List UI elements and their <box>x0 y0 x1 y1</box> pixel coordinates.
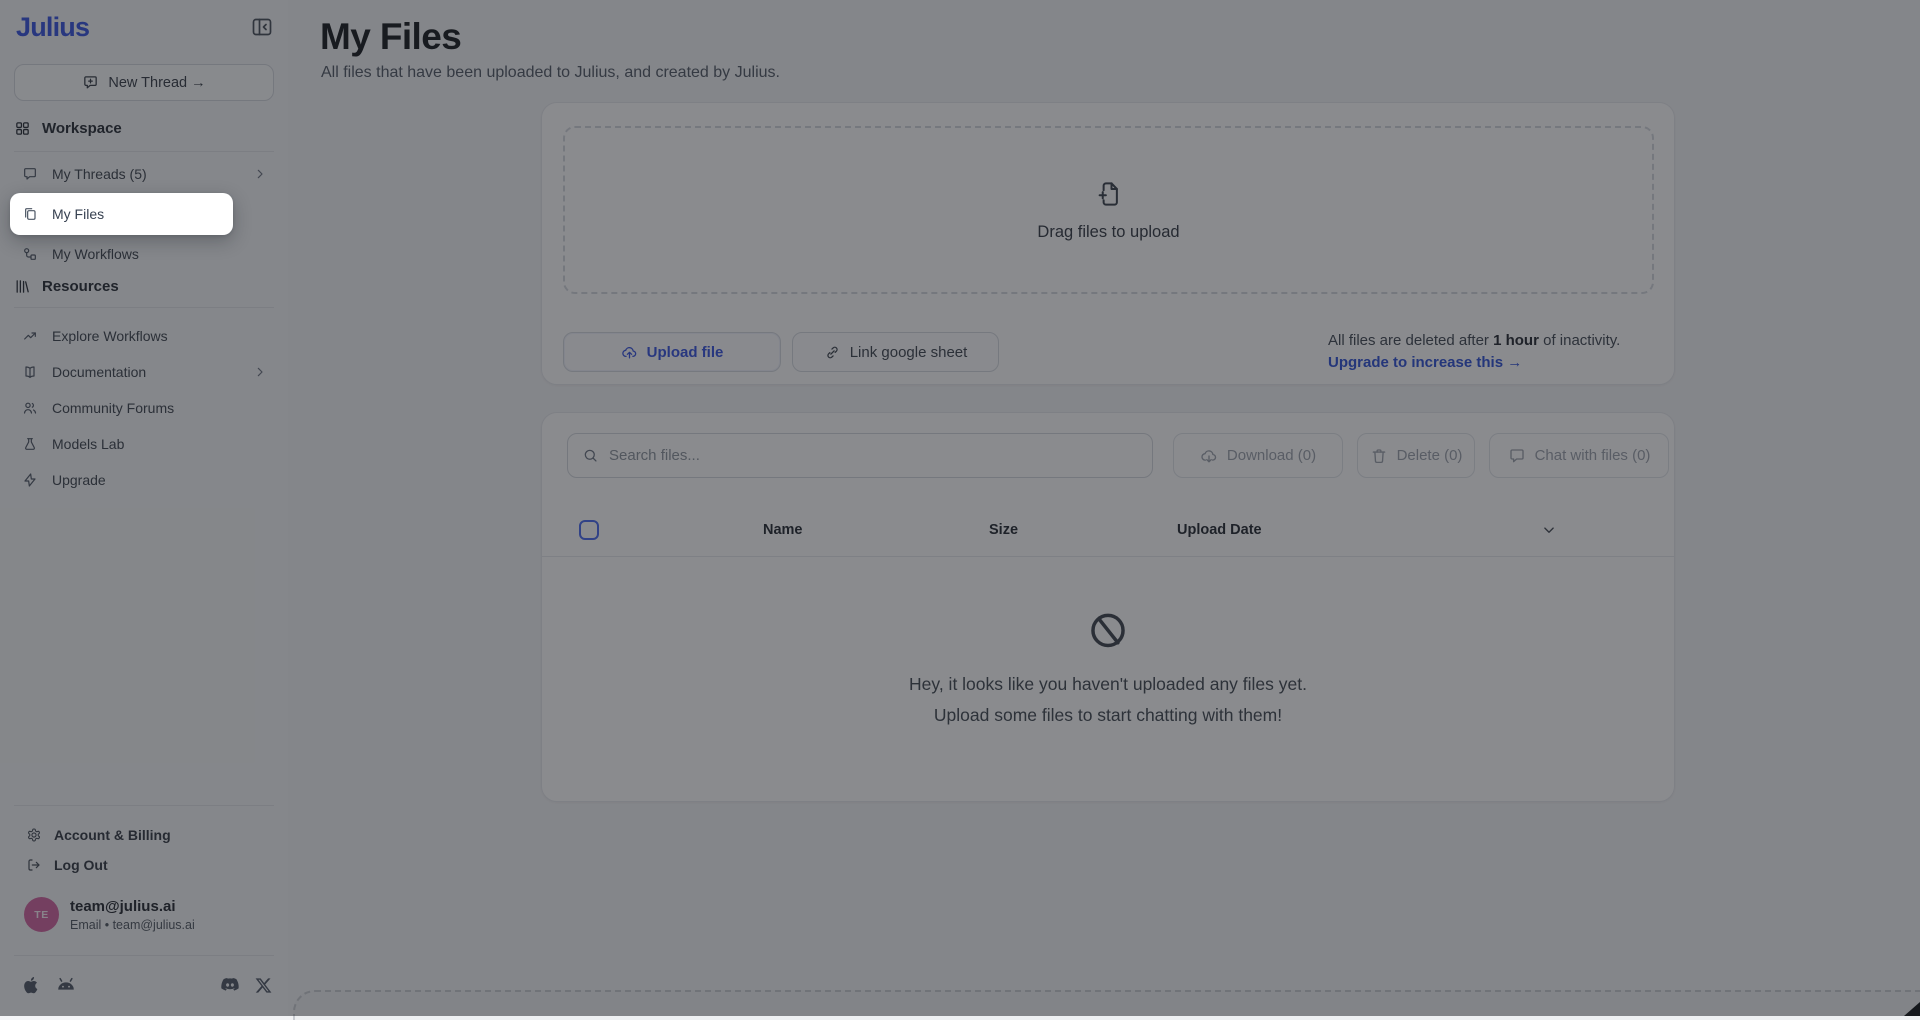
sidebar-item-upgrade[interactable]: Upgrade <box>14 462 274 498</box>
files-icon <box>22 206 38 222</box>
divider <box>14 307 274 308</box>
social-links-row <box>20 974 273 996</box>
divider <box>14 955 274 956</box>
sidebar-item-my-workflows[interactable]: My Workflows <box>14 235 274 273</box>
page-title: My Files <box>320 16 461 58</box>
chevron-right-icon <box>252 166 268 182</box>
grid-icon <box>14 120 31 137</box>
column-header-name: Name <box>763 506 803 554</box>
chat-with-files-button[interactable]: Chat with files (0) <box>1489 433 1669 478</box>
divider <box>542 556 1674 557</box>
retention-notice: All files are deleted after 1 hour of in… <box>1328 330 1648 374</box>
link-icon <box>824 344 841 361</box>
sidebar-item-my-files[interactable]: My Files <box>10 193 233 235</box>
cloud-upload-icon <box>621 344 638 361</box>
sidebar-item-documentation[interactable]: Documentation <box>14 354 274 390</box>
column-header-upload-date: Upload Date <box>1177 506 1262 554</box>
search-input[interactable] <box>609 447 1138 464</box>
chat-bubble-icon <box>1508 447 1526 465</box>
zap-icon <box>22 472 38 488</box>
upload-card: Drag files to upload Upload file Link go… <box>541 102 1675 385</box>
avatar: TE <box>24 897 59 932</box>
page-subtitle: All files that have been uploaded to Jul… <box>321 64 780 82</box>
book-open-icon <box>22 364 38 380</box>
trending-up-icon <box>22 328 38 344</box>
users-icon <box>22 400 38 416</box>
user-auth-detail: Email • team@julius.ai <box>70 918 195 932</box>
files-card: Download (0) Delete (0) Chat with files … <box>541 412 1675 802</box>
sidebar-item-my-threads[interactable]: My Threads (5) <box>14 155 274 193</box>
delete-button[interactable]: Delete (0) <box>1357 433 1475 478</box>
log-out-icon <box>26 857 42 873</box>
apple-icon[interactable] <box>20 974 42 996</box>
workflow-icon <box>22 246 38 262</box>
new-thread-label: New Thread → <box>108 75 205 91</box>
julius-logo: Julius <box>16 12 89 43</box>
divider <box>14 151 274 152</box>
user-account-row[interactable]: TE team@julius.ai Email • team@julius.ai <box>24 897 195 932</box>
message-plus-icon <box>82 74 99 91</box>
cursor-wedge <box>1904 1002 1920 1016</box>
link-google-sheet-button[interactable]: Link google sheet <box>792 332 999 372</box>
sidebar-item-community-forums[interactable]: Community Forums <box>14 390 274 426</box>
dropzone-label: Drag files to upload <box>1037 223 1179 242</box>
discord-icon[interactable] <box>219 974 241 996</box>
collapse-sidebar-button[interactable] <box>250 14 276 40</box>
chevron-right-icon <box>252 364 268 380</box>
workspace-nav: My Threads (5) My Files My Workflows <box>14 155 274 273</box>
android-icon[interactable] <box>55 974 77 996</box>
flask-icon <box>22 436 38 452</box>
search-files-field <box>567 433 1153 478</box>
gear-icon <box>26 827 42 843</box>
ban-icon <box>1086 609 1130 653</box>
sidebar: Julius New Thread → Workspace My Threads… <box>0 0 288 1016</box>
column-header-size: Size <box>989 506 1018 554</box>
cloud-download-icon <box>1200 447 1218 465</box>
resources-section-header: Resources <box>14 278 274 295</box>
search-icon <box>582 447 599 464</box>
new-thread-button[interactable]: New Thread → <box>14 64 274 101</box>
panel-left-close-icon <box>250 15 274 39</box>
sidebar-item-models-lab[interactable]: Models Lab <box>14 426 274 462</box>
resources-nav: Explore Workflows Documentation Communit… <box>14 318 274 498</box>
empty-state: Hey, it looks like you haven't uploaded … <box>542 609 1674 731</box>
file-plus-icon <box>1094 179 1124 209</box>
user-email: team@julius.ai <box>70 898 195 915</box>
upgrade-link[interactable]: Upgrade to increase this → <box>1328 352 1648 374</box>
x-icon[interactable] <box>254 976 273 995</box>
select-all-checkbox[interactable] <box>579 520 599 540</box>
trash-icon <box>1370 447 1388 465</box>
empty-state-line1: Hey, it looks like you haven't uploaded … <box>909 669 1307 700</box>
table-header-row: Name Size Upload Date <box>542 506 1674 554</box>
chevron-down-icon[interactable] <box>1540 521 1558 539</box>
workspace-section-header: Workspace <box>14 120 274 137</box>
empty-state-line2: Upload some files to start chatting with… <box>909 700 1307 731</box>
log-out-button[interactable]: Log Out <box>14 850 274 880</box>
library-icon <box>14 278 31 295</box>
chat-bubble-icon <box>22 166 38 182</box>
file-dropzone[interactable]: Drag files to upload <box>563 126 1654 294</box>
sidebar-item-explore-workflows[interactable]: Explore Workflows <box>14 318 274 354</box>
upload-file-button[interactable]: Upload file <box>563 332 781 372</box>
download-button[interactable]: Download (0) <box>1173 433 1343 478</box>
account-billing-button[interactable]: Account & Billing <box>14 820 274 850</box>
divider <box>14 805 274 806</box>
